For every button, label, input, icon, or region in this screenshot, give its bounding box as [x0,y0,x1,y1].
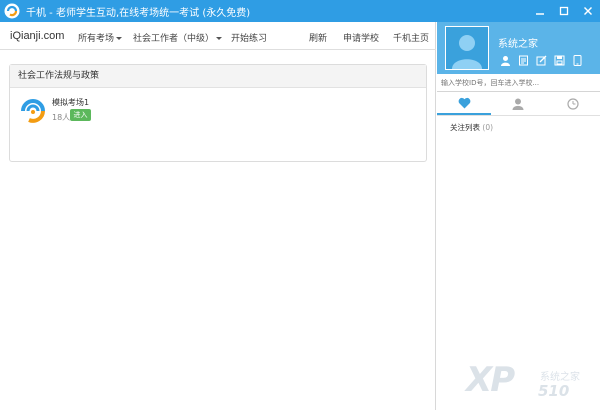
chevron-down-icon [216,37,223,40]
exam-panel: 社会工作法规与政策 模拟考场1 18人 进入 [9,64,427,162]
watermark-xp: XP [466,360,515,400]
panel-heading: 社会工作法规与政策 [10,65,426,88]
school-id-input[interactable] [437,74,600,92]
side-tabs [437,93,600,116]
phone-icon[interactable] [570,53,584,67]
heart-icon [458,97,471,109]
chevron-down-icon [116,37,123,40]
window-title: 千机 - 老师学生互动,在线考场统一考试 (永久免费) [26,7,251,19]
watermark-site-name: 系统之家 [540,372,580,383]
tab-favorites[interactable] [437,93,492,115]
title-bar: 千机 - 老师学生互动,在线考场统一考试 (永久免费) [0,0,600,22]
all-exams-dropdown[interactable]: 所有考场 [78,31,123,44]
school-search [437,74,600,92]
tab-history[interactable] [546,93,600,115]
category-label: 社会工作者（中级） [133,34,215,44]
refresh-link[interactable]: 刷新 [309,31,327,44]
close-icon [584,7,592,15]
exam-item[interactable]: 模拟考场1 18人 进入 [18,95,118,129]
follow-list-text: 关注列表 [450,123,480,132]
apply-school-link[interactable]: 申请学校 [343,31,379,44]
avatar[interactable] [445,26,489,70]
category-dropdown[interactable]: 社会工作者（中级） [133,31,223,44]
notes-icon[interactable] [516,53,530,67]
edit-icon[interactable] [534,53,548,67]
exam-name: 模拟考场1 [52,98,90,107]
follow-list-label: 关注列表 (0) [450,122,493,133]
save-icon[interactable] [552,53,566,67]
start-practice-link[interactable]: 开始练习 [231,31,267,44]
watermark-logo: XP 系统之家 510 [466,360,596,404]
all-exams-label: 所有考场 [78,34,115,44]
brand-link[interactable]: iQianji.com [10,30,64,42]
exam-logo-icon [18,95,48,127]
top-nav: iQianji.com 所有考场 社会工作者（中级） 开始练习 刷新 申请学校 … [0,22,436,50]
minimize-icon [536,13,544,15]
tab-contacts[interactable] [491,93,545,115]
user-icon[interactable] [498,53,512,67]
profile-toolbar [498,53,588,67]
username: 系统之家 [498,39,538,50]
main-pane: iQianji.com 所有考场 社会工作者（中级） 开始练习 刷新 申请学校 … [0,22,436,410]
clock-icon [567,98,579,110]
follow-list-count: (0) [482,123,494,132]
enter-exam-button[interactable]: 进入 [70,109,91,121]
watermark-site-number: 510 [538,382,570,400]
minimize-button[interactable] [528,0,552,22]
close-button[interactable] [576,0,600,22]
profile-header: 系统之家 [437,22,600,74]
exam-participant-count: 18人 [52,113,71,122]
user-silhouette-icon [452,35,482,69]
maximize-icon [559,6,569,16]
person-icon [512,98,524,110]
maximize-button[interactable] [552,0,576,22]
home-link[interactable]: 千机主页 [393,31,429,44]
app-logo-icon [4,3,20,19]
side-pane: 系统之家 输入学校ID号，回车进入学校... 关注列表 (0) [437,22,600,410]
